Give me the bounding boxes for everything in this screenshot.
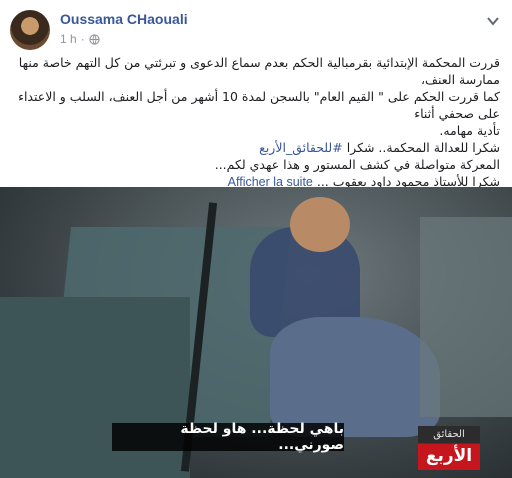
hashtag-link[interactable]: #للحقائق_الأربع — [259, 140, 343, 155]
post-time[interactable]: 1 h — [60, 32, 77, 46]
chevron-down-icon[interactable] — [486, 14, 500, 28]
facebook-post: Oussama CHaouali 1 h · قررت المحكمة الإب… — [0, 0, 512, 478]
author-name[interactable]: Oussama CHaouali — [60, 11, 188, 27]
post-line: تأدية مهامه. — [439, 123, 500, 138]
globe-icon — [89, 33, 100, 45]
channel-logo: الحقائق الأربع — [418, 426, 480, 470]
post-line: كما قررت الحكم على " القيم العام" بالسجن… — [18, 89, 500, 121]
logo-line-1: الحقائق — [433, 429, 465, 440]
video-subtitle: باهي لحظة... هاو لحظة صورني... — [112, 421, 344, 453]
post-text: قررت المحكمة الإبتدائية بقرمبالية الحكم … — [12, 54, 500, 191]
post-meta: 1 h · — [60, 32, 100, 46]
post-line: شكرا للعدالة المحكمة.. شكرا #للحقائق_الأ… — [259, 140, 500, 155]
logo-line-2: الأربع — [425, 446, 473, 466]
post-line: قررت المحكمة الإبتدائية بقرمبالية الحكم … — [18, 55, 500, 87]
post-line: المعركة متواصلة في كشف المستور و هذا عهد… — [214, 157, 500, 172]
author-avatar[interactable] — [10, 10, 50, 50]
